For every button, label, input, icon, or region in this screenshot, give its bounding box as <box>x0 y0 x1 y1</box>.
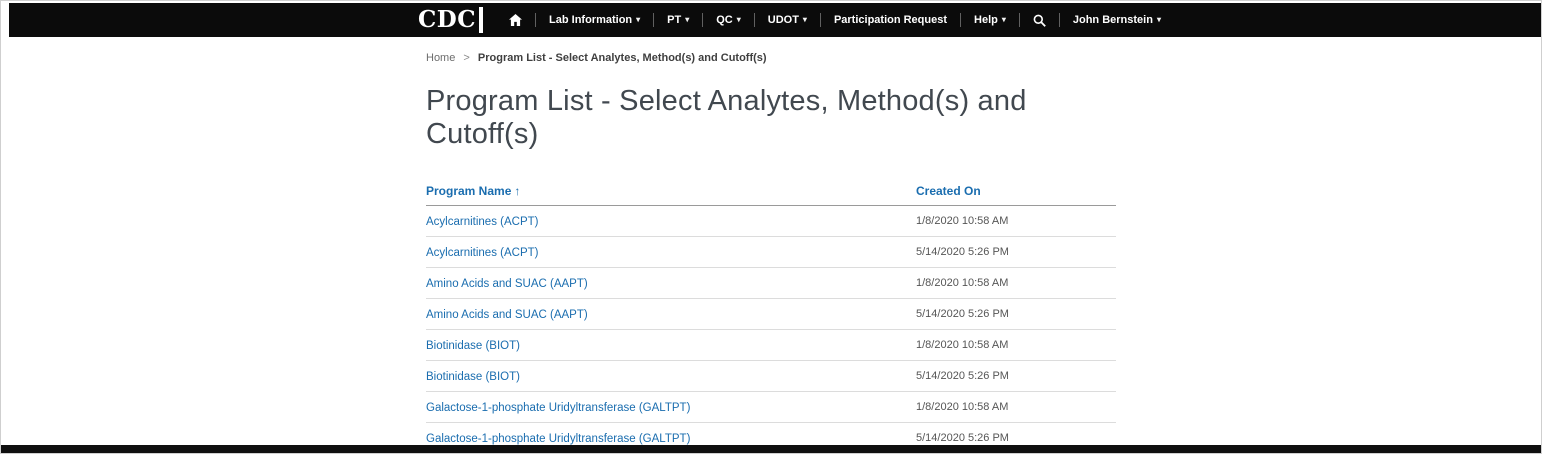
nav-item-participation-request[interactable]: Participation Request <box>832 14 949 26</box>
nav-item-user-menu[interactable]: John Bernstein ▾ <box>1071 14 1163 26</box>
home-icon <box>509 14 522 26</box>
nav-item-label: Participation Request <box>834 14 947 26</box>
nav-item-home[interactable] <box>507 14 524 26</box>
table-row: Acylcarnitines (ACPT) 5/14/2020 5:26 PM <box>426 237 1116 268</box>
bottom-bar <box>1 445 1541 453</box>
column-header-program-name[interactable]: Program Name↑ <box>426 176 916 206</box>
created-on-cell: 1/8/2020 10:58 AM <box>916 206 1116 237</box>
nav-item-label: Help <box>974 14 998 26</box>
nav-separator <box>653 13 654 27</box>
breadcrumb-separator: > <box>463 52 469 64</box>
sort-ascending-icon: ↑ <box>514 184 520 198</box>
program-table-body: Acylcarnitines (ACPT)1/8/2020 10:58 AMAc… <box>426 206 1116 454</box>
nav-item-pt[interactable]: PT ▾ <box>665 14 691 26</box>
chevron-down-icon: ▾ <box>1157 16 1161 24</box>
table-row: Biotinidase (BIOT) 5/14/2020 5:26 PM <box>426 361 1116 392</box>
program-table: Program Name↑ Created On Acylcarnitines … <box>426 176 1116 454</box>
program-link[interactable]: Galactose-1-phosphate Uridyltransferase … <box>426 433 690 445</box>
program-name-cell: Biotinidase (BIOT) <box>426 330 916 361</box>
program-table-header: Program Name↑ Created On <box>426 176 1116 206</box>
created-on-cell: 5/14/2020 5:26 PM <box>916 237 1116 268</box>
nav-item-search[interactable] <box>1031 14 1048 27</box>
breadcrumb-home-link[interactable]: Home <box>426 52 455 64</box>
nav-item-qc[interactable]: QC ▾ <box>714 14 743 26</box>
nav-menu: Lab Information ▾ PT ▾ QC ▾ UDOT ▾ Participation… <box>507 13 1163 27</box>
nav-item-label: PT <box>667 14 681 26</box>
program-link[interactable]: Galactose-1-phosphate Uridyltransferase … <box>426 402 690 414</box>
table-row: Amino Acids and SUAC (AAPT) 1/8/2020 10:5… <box>426 268 1116 299</box>
main-content: Home > Program List - Select Analytes, M… <box>426 37 1116 454</box>
nav-separator <box>960 13 961 27</box>
cdc-logo[interactable]: CDC <box>418 3 483 37</box>
chevron-down-icon: ▾ <box>737 16 741 24</box>
cdc-logo-text: CDC <box>418 3 476 37</box>
breadcrumb: Home > Program List - Select Analytes, M… <box>426 52 1116 64</box>
program-name-cell: Amino Acids and SUAC (AAPT) <box>426 299 916 330</box>
program-name-cell: Acylcarnitines (ACPT) <box>426 206 916 237</box>
nav-item-label: UDOT <box>768 14 799 26</box>
table-row: Amino Acids and SUAC (AAPT) 5/14/2020 5:2… <box>426 299 1116 330</box>
nav-separator <box>702 13 703 27</box>
created-on-cell: 5/14/2020 5:26 PM <box>916 361 1116 392</box>
table-row: Galactose-1-phosphate Uridyltransferase … <box>426 392 1116 423</box>
program-link[interactable]: Acylcarnitines (ACPT) <box>426 216 538 228</box>
program-link[interactable]: Biotinidase (BIOT) <box>426 371 520 383</box>
nav-item-lab-information[interactable]: Lab Information ▾ <box>547 14 642 26</box>
chevron-down-icon: ▾ <box>636 16 640 24</box>
cdc-logo-bar <box>479 7 483 33</box>
table-row: Acylcarnitines (ACPT) 1/8/2020 10:58 AM <box>426 206 1116 237</box>
program-name-cell: Amino Acids and SUAC (AAPT) <box>426 268 916 299</box>
nav-item-label: QC <box>716 14 733 26</box>
chevron-down-icon: ▾ <box>803 16 807 24</box>
program-link[interactable]: Acylcarnitines (ACPT) <box>426 247 538 259</box>
chevron-down-icon: ▾ <box>685 16 689 24</box>
nav-separator <box>820 13 821 27</box>
top-nav-bar: CDC Lab Information ▾ PT ▾ QC ▾ UDOT ▾ Participa… <box>9 3 1541 37</box>
created-on-cell: 1/8/2020 10:58 AM <box>916 392 1116 423</box>
table-row: Biotinidase (BIOT) 1/8/2020 10:58 AM <box>426 330 1116 361</box>
nav-separator <box>535 13 536 27</box>
created-on-cell: 1/8/2020 10:58 AM <box>916 330 1116 361</box>
program-name-cell: Biotinidase (BIOT) <box>426 361 916 392</box>
column-header-created-on[interactable]: Created On <box>916 176 1116 206</box>
nav-item-label: John Bernstein <box>1073 14 1153 26</box>
nav-item-help[interactable]: Help ▾ <box>972 14 1008 26</box>
nav-item-udot[interactable]: UDOT ▾ <box>766 14 809 26</box>
nav-separator <box>1059 13 1060 27</box>
nav-separator <box>1019 13 1020 27</box>
app-window: CDC Lab Information ▾ PT ▾ QC ▾ UDOT ▾ Participa… <box>0 0 1542 454</box>
created-on-cell: 5/14/2020 5:26 PM <box>916 299 1116 330</box>
program-link[interactable]: Amino Acids and SUAC (AAPT) <box>426 309 588 321</box>
search-icon <box>1033 14 1046 27</box>
program-link[interactable]: Amino Acids and SUAC (AAPT) <box>426 278 588 290</box>
nav-item-label: Lab Information <box>549 14 632 26</box>
created-on-cell: 1/8/2020 10:58 AM <box>916 268 1116 299</box>
nav-separator <box>754 13 755 27</box>
breadcrumb-current: Program List - Select Analytes, Method(s… <box>478 52 767 64</box>
program-link[interactable]: Biotinidase (BIOT) <box>426 340 520 352</box>
chevron-down-icon: ▾ <box>1002 16 1006 24</box>
program-name-cell: Galactose-1-phosphate Uridyltransferase … <box>426 392 916 423</box>
program-name-cell: Acylcarnitines (ACPT) <box>426 237 916 268</box>
page-title: Program List - Select Analytes, Method(s… <box>426 85 1116 151</box>
column-header-program-name-label: Program Name <box>426 184 511 198</box>
